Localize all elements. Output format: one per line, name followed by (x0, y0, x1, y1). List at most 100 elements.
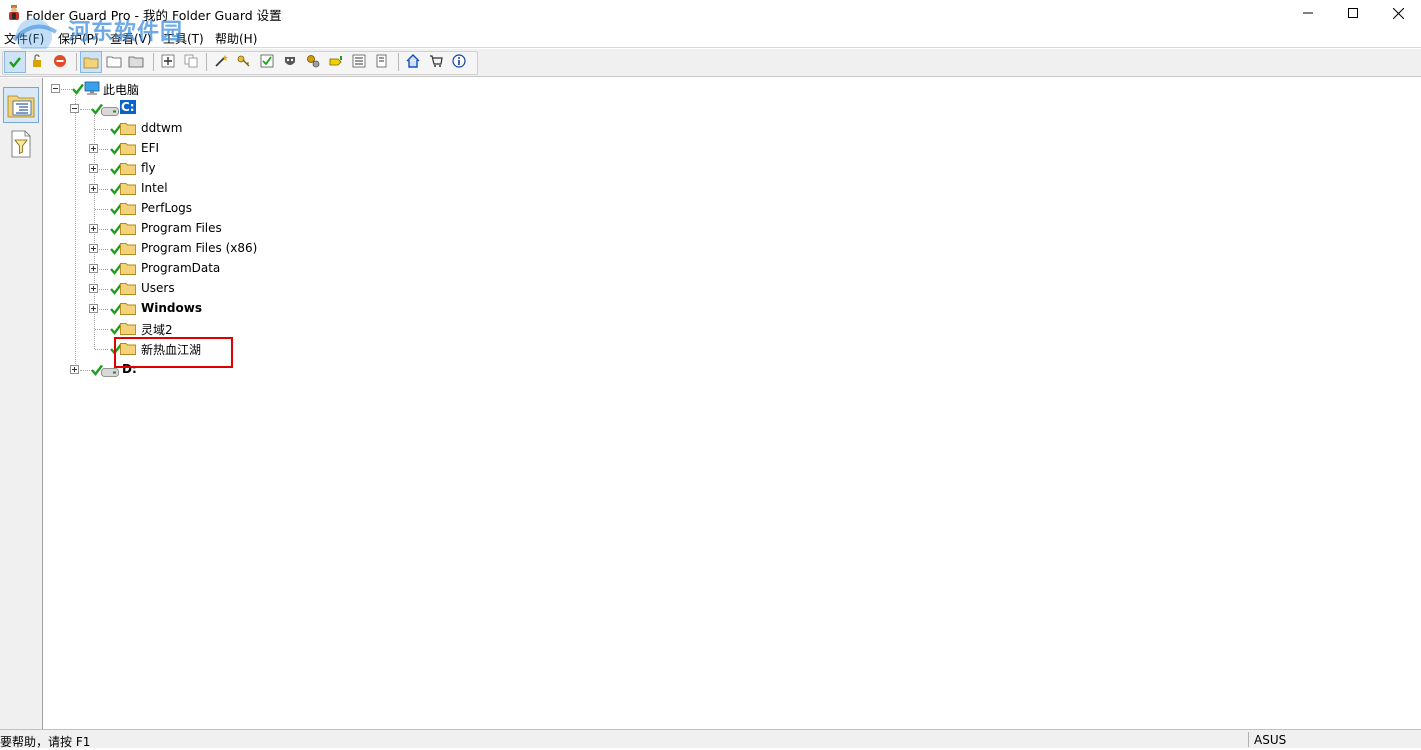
filter-view-button[interactable] (3, 126, 39, 162)
folder-icon (120, 142, 136, 155)
protect-check-icon (9, 57, 21, 68)
folder-button[interactable] (105, 52, 123, 70)
folder-expander[interactable] (89, 264, 98, 273)
menu-help[interactable]: 帮助(H) (215, 30, 257, 47)
key-icon (237, 55, 250, 67)
folder-label[interactable]: EFI (141, 141, 159, 155)
folder-label[interactable]: ProgramData (141, 261, 220, 275)
folder-label[interactable]: Program Files (141, 221, 222, 235)
wizard-icon (215, 55, 228, 67)
app-icon (6, 4, 22, 21)
menu-bar: 文件(F) 保护(P) 查看(V) 工具(T) 帮助(H) (0, 26, 1421, 48)
folder-icon (120, 282, 136, 295)
root-expander[interactable] (51, 84, 60, 93)
drive-d-expander[interactable] (70, 365, 79, 374)
computer-icon (84, 81, 100, 96)
key-button[interactable] (235, 52, 253, 70)
highlight-box (114, 337, 233, 368)
menu-file[interactable]: 文件(F) (4, 30, 44, 47)
folder-expander[interactable] (89, 224, 98, 233)
maximize-button[interactable] (1330, 0, 1376, 26)
mask-button[interactable] (281, 52, 299, 70)
settings-button[interactable] (304, 52, 322, 70)
keys-icon (329, 56, 342, 66)
folder-closed-button[interactable] (127, 52, 145, 70)
cart-icon (430, 55, 443, 67)
drive-c-label[interactable]: C: (120, 100, 136, 114)
tree-view-icon (7, 95, 35, 118)
filter-icon (11, 130, 31, 158)
folder-expander[interactable] (89, 244, 98, 253)
info-icon (452, 54, 466, 68)
list-button[interactable] (350, 52, 368, 70)
open-folder-icon (83, 57, 99, 69)
menu-protect[interactable]: 保护(P) (58, 30, 99, 47)
script-icon (376, 54, 387, 68)
view-selector-pane (0, 78, 43, 729)
close-icon (1392, 7, 1404, 19)
buy-button[interactable] (427, 52, 445, 70)
add-icon (161, 54, 175, 68)
home-icon (406, 54, 420, 68)
folder-icon (120, 322, 136, 335)
folder-expander[interactable] (89, 144, 98, 153)
mask-icon (285, 57, 295, 65)
menu-tools[interactable]: 工具(T) (163, 30, 204, 47)
folder-icon (120, 222, 136, 235)
folder-label[interactable]: PerfLogs (141, 201, 192, 215)
folder-expander[interactable] (89, 304, 98, 313)
minimize-icon (1303, 12, 1313, 14)
script-button[interactable] (373, 52, 391, 70)
wizard-button[interactable] (212, 52, 230, 70)
keys-button[interactable] (327, 52, 345, 70)
list-icon (352, 54, 366, 68)
status-computer-name: ASUS (1254, 733, 1287, 747)
folder-expander[interactable] (89, 164, 98, 173)
add-button[interactable] (159, 52, 177, 70)
folder-closed-icon (128, 56, 144, 68)
toolbar (0, 49, 1421, 77)
folder-label[interactable]: fly (141, 161, 156, 175)
gears-icon (307, 55, 320, 68)
folder-label[interactable]: Intel (141, 181, 168, 195)
status-bar: 要帮助，请按 F1 ASUS (0, 729, 1421, 749)
stop-button[interactable] (51, 52, 69, 70)
folder-label[interactable]: 灵域2 (141, 321, 173, 338)
folder-tree[interactable]: 此电脑 C: ddtwm EFI fly Intel PerfLogs Program Fil… (44, 78, 1421, 729)
checklist-button[interactable] (258, 52, 276, 70)
folder-expander[interactable] (89, 184, 98, 193)
window-title: Folder Guard Pro - 我的 Folder Guard 设置 (26, 8, 282, 23)
copy-button[interactable] (182, 52, 200, 70)
folder-icon (120, 162, 136, 175)
folder-expander[interactable] (89, 284, 98, 293)
folder-icon (120, 262, 136, 275)
folder-label[interactable]: ddtwm (141, 121, 182, 135)
tree-view-button[interactable] (3, 87, 39, 123)
about-button[interactable] (450, 52, 468, 70)
copy-icon (184, 54, 198, 68)
close-button[interactable] (1375, 0, 1421, 26)
tree-root-label[interactable]: 此电脑 (103, 81, 139, 98)
minimize-button[interactable] (1285, 0, 1331, 26)
maximize-icon (1348, 8, 1358, 18)
folder-label[interactable]: Users (141, 281, 175, 295)
folder-label[interactable]: Windows (141, 301, 202, 315)
protect-button[interactable] (4, 51, 26, 73)
folder-icon (120, 242, 136, 255)
folder-label[interactable]: Program Files (x86) (141, 241, 257, 255)
drive-c-expander[interactable] (70, 104, 79, 113)
unlock-button[interactable] (28, 52, 46, 70)
folder-icon (120, 202, 136, 215)
folder-icon (120, 182, 136, 195)
home-button[interactable] (404, 52, 422, 70)
folder-icon (120, 302, 136, 315)
folder-icon (120, 122, 136, 135)
menu-view[interactable]: 查看(V) (110, 30, 152, 47)
checklist-icon (260, 54, 274, 68)
status-help-text: 要帮助，请按 F1 (0, 735, 91, 749)
folder-icon (106, 56, 122, 68)
open-folder-button[interactable] (80, 51, 102, 73)
protected-check-icon (72, 83, 84, 95)
unlock-icon (33, 54, 41, 67)
stop-icon (54, 55, 66, 67)
